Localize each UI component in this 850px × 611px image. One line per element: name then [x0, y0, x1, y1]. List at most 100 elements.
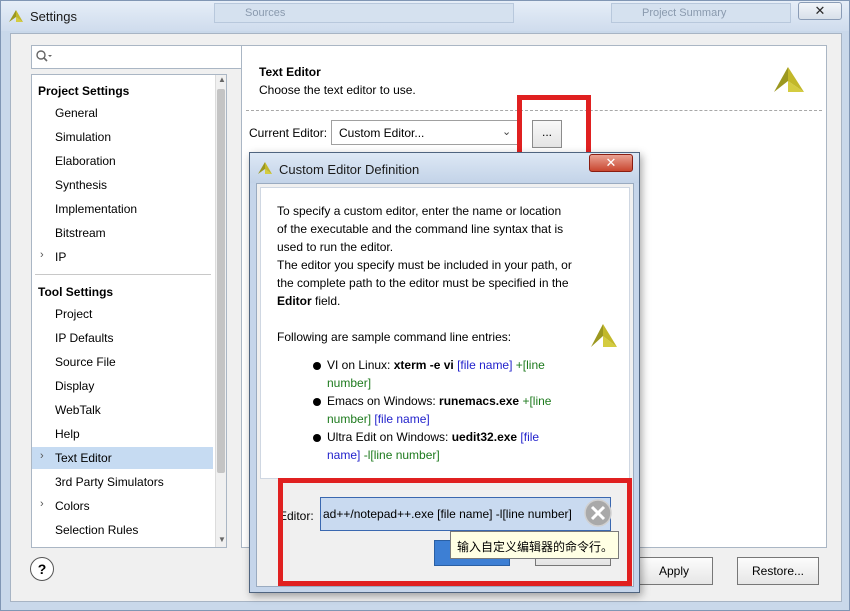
tree-item-help[interactable]: Help — [32, 423, 213, 445]
highlight-box-browse — [517, 95, 591, 159]
tree-item-label: Text Editor — [55, 451, 112, 465]
info-text: VI on Linux: — [327, 358, 394, 372]
tree-item-label: Project — [55, 307, 93, 321]
tree-item-label: Implementation — [55, 202, 138, 216]
search-icon[interactable] — [35, 49, 53, 65]
tree-item-label: Selection Rules — [55, 523, 139, 537]
tree-item-general[interactable]: General — [32, 102, 213, 124]
background-tab-label: Project Summary — [642, 7, 727, 19]
info-text: field. — [311, 294, 341, 308]
current-editor-label: Current Editor: — [249, 126, 328, 140]
tree-item-label: General — [55, 106, 98, 120]
scroll-up-icon[interactable]: ▲ — [216, 75, 226, 87]
window-titlebar: Settings Sources Project Summary ✕ — [1, 1, 849, 31]
tree-item-source-file[interactable]: Source File — [32, 351, 213, 373]
tree-item-simulation[interactable]: Simulation — [32, 126, 213, 148]
info-text: Emacs on Windows: — [327, 394, 440, 408]
bullet-icon — [313, 362, 321, 370]
info-blue-text: name] — [327, 448, 361, 462]
sample-ultraedit-line1: Ultra Edit on Windows: uedit32.exe [file — [327, 430, 539, 444]
xilinx-logo-icon — [591, 324, 617, 347]
info-line: used to run the editor. — [277, 240, 394, 254]
window-title: Settings — [30, 9, 77, 24]
tree-item-elaboration[interactable]: Elaboration — [32, 150, 213, 172]
dialog-close-button[interactable]: ✕ — [589, 154, 633, 172]
dialog-title: Custom Editor Definition — [279, 162, 420, 177]
tree-item-label: Bitstream — [55, 226, 106, 240]
info-blue-text: [file — [517, 430, 540, 444]
tree-item-label: IP Defaults — [55, 331, 114, 345]
info-bold-text: runemacs.exe — [439, 394, 520, 408]
window-close-button[interactable]: ✕ — [798, 2, 842, 20]
expand-arrow-icon[interactable]: › — [40, 450, 44, 462]
info-green-text: +[line — [519, 394, 552, 408]
tree-scrollbar[interactable]: ▲ ▼ — [215, 75, 226, 547]
xilinx-logo-icon — [774, 67, 804, 92]
tree-item-label: Display — [55, 379, 95, 393]
dialog-titlebar: Custom Editor Definition ✕ — [250, 153, 639, 183]
info-green-text: -l[line number] — [360, 448, 440, 462]
chevron-down-icon[interactable]: ⌄ — [502, 125, 511, 138]
tree-item-webtalk[interactable]: WebTalk — [32, 399, 213, 421]
restore-button[interactable]: Restore... — [737, 557, 819, 585]
tree-item-3rd-party-simulators[interactable]: 3rd Party Simulators — [32, 471, 213, 493]
xilinx-logo-icon — [9, 10, 23, 22]
sample-vi-line2: number] — [327, 376, 372, 390]
search-input[interactable] — [31, 45, 258, 69]
tree-item-ip[interactable]: › IP — [32, 246, 213, 268]
expand-arrow-icon[interactable]: › — [40, 249, 44, 261]
tree-item-label: Colors — [55, 499, 90, 513]
sample-emacs-line2: number] [file name] — [327, 412, 430, 426]
tree-item-label: IP — [55, 250, 67, 264]
tree-header-tool-settings: Tool Settings — [38, 285, 114, 299]
scroll-thumb[interactable] — [217, 89, 225, 473]
tree-item-project[interactable]: Project — [32, 303, 213, 325]
tree-item-label: Simulation — [55, 130, 112, 144]
tree-item-label: 3rd Party Simulators — [55, 475, 164, 489]
dialog-info-text: To specify a custom editor, enter the na… — [260, 187, 630, 479]
sample-vi-line1: VI on Linux: xterm -e vi [file name] +[l… — [327, 358, 545, 372]
tree-item-ip-defaults[interactable]: IP Defaults — [32, 327, 213, 349]
expand-arrow-icon[interactable]: › — [40, 498, 44, 510]
info-line: The editor you specify must be included … — [277, 258, 572, 272]
info-line: the complete path to the editor must be … — [277, 276, 569, 290]
bullet-icon — [313, 434, 321, 442]
info-bold-text: Editor — [277, 294, 312, 308]
panel-subtitle: Choose the text editor to use. — [259, 83, 416, 97]
panel-title: Text Editor — [259, 65, 321, 79]
apply-button[interactable]: Apply — [635, 557, 713, 585]
tree-item-colors[interactable]: › Colors — [32, 495, 213, 517]
tree-item-display[interactable]: Display — [32, 375, 213, 397]
tree-item-label: WebTalk — [55, 403, 101, 417]
tree-item-implementation[interactable]: Implementation — [32, 198, 213, 220]
tree-item-selection-rules[interactable]: Selection Rules — [32, 519, 213, 541]
xilinx-logo-icon — [258, 162, 272, 174]
scroll-down-icon[interactable]: ▼ — [216, 535, 226, 547]
tree-item-label: Help — [55, 427, 80, 441]
tree-item-label: Synthesis — [55, 178, 108, 192]
tree-header-project-settings: Project Settings — [38, 84, 130, 98]
sample-emacs-line1: Emacs on Windows: runemacs.exe +[line — [327, 394, 551, 408]
info-text: Ultra Edit on Windows: — [327, 430, 452, 444]
dialog-client-area: To specify a custom editor, enter the na… — [256, 183, 634, 587]
info-bold-text: uedit32.exe — [451, 430, 518, 444]
info-line-editor-field: Editor field. — [277, 294, 340, 308]
info-blue-text: [file name] — [453, 358, 513, 372]
info-green-text: +[line — [512, 358, 545, 372]
tree-item-text-editor[interactable]: › Text Editor — [32, 447, 213, 469]
info-green-text: number] — [327, 412, 372, 426]
help-icon[interactable]: ? — [30, 557, 54, 581]
sample-ultraedit-line2: name] -l[line number] — [327, 448, 440, 462]
info-line: To specify a custom editor, enter the na… — [277, 204, 562, 218]
background-tab-sources: Sources — [214, 3, 514, 23]
current-editor-dropdown[interactable]: Custom Editor... ⌄ — [331, 120, 521, 145]
tree-item-bitstream[interactable]: Bitstream — [32, 222, 213, 244]
current-editor-value: Custom Editor... — [339, 126, 425, 140]
samples-heading: Following are sample command line entrie… — [277, 330, 512, 344]
tree-item-label: Elaboration — [55, 154, 116, 168]
tree-item-synthesis[interactable]: Synthesis — [32, 174, 213, 196]
tree-divider — [35, 274, 211, 275]
background-tab-project-summary: Project Summary — [611, 3, 791, 23]
info-line: of the executable and the command line s… — [277, 222, 564, 236]
background-tab-label: Sources — [245, 7, 286, 19]
